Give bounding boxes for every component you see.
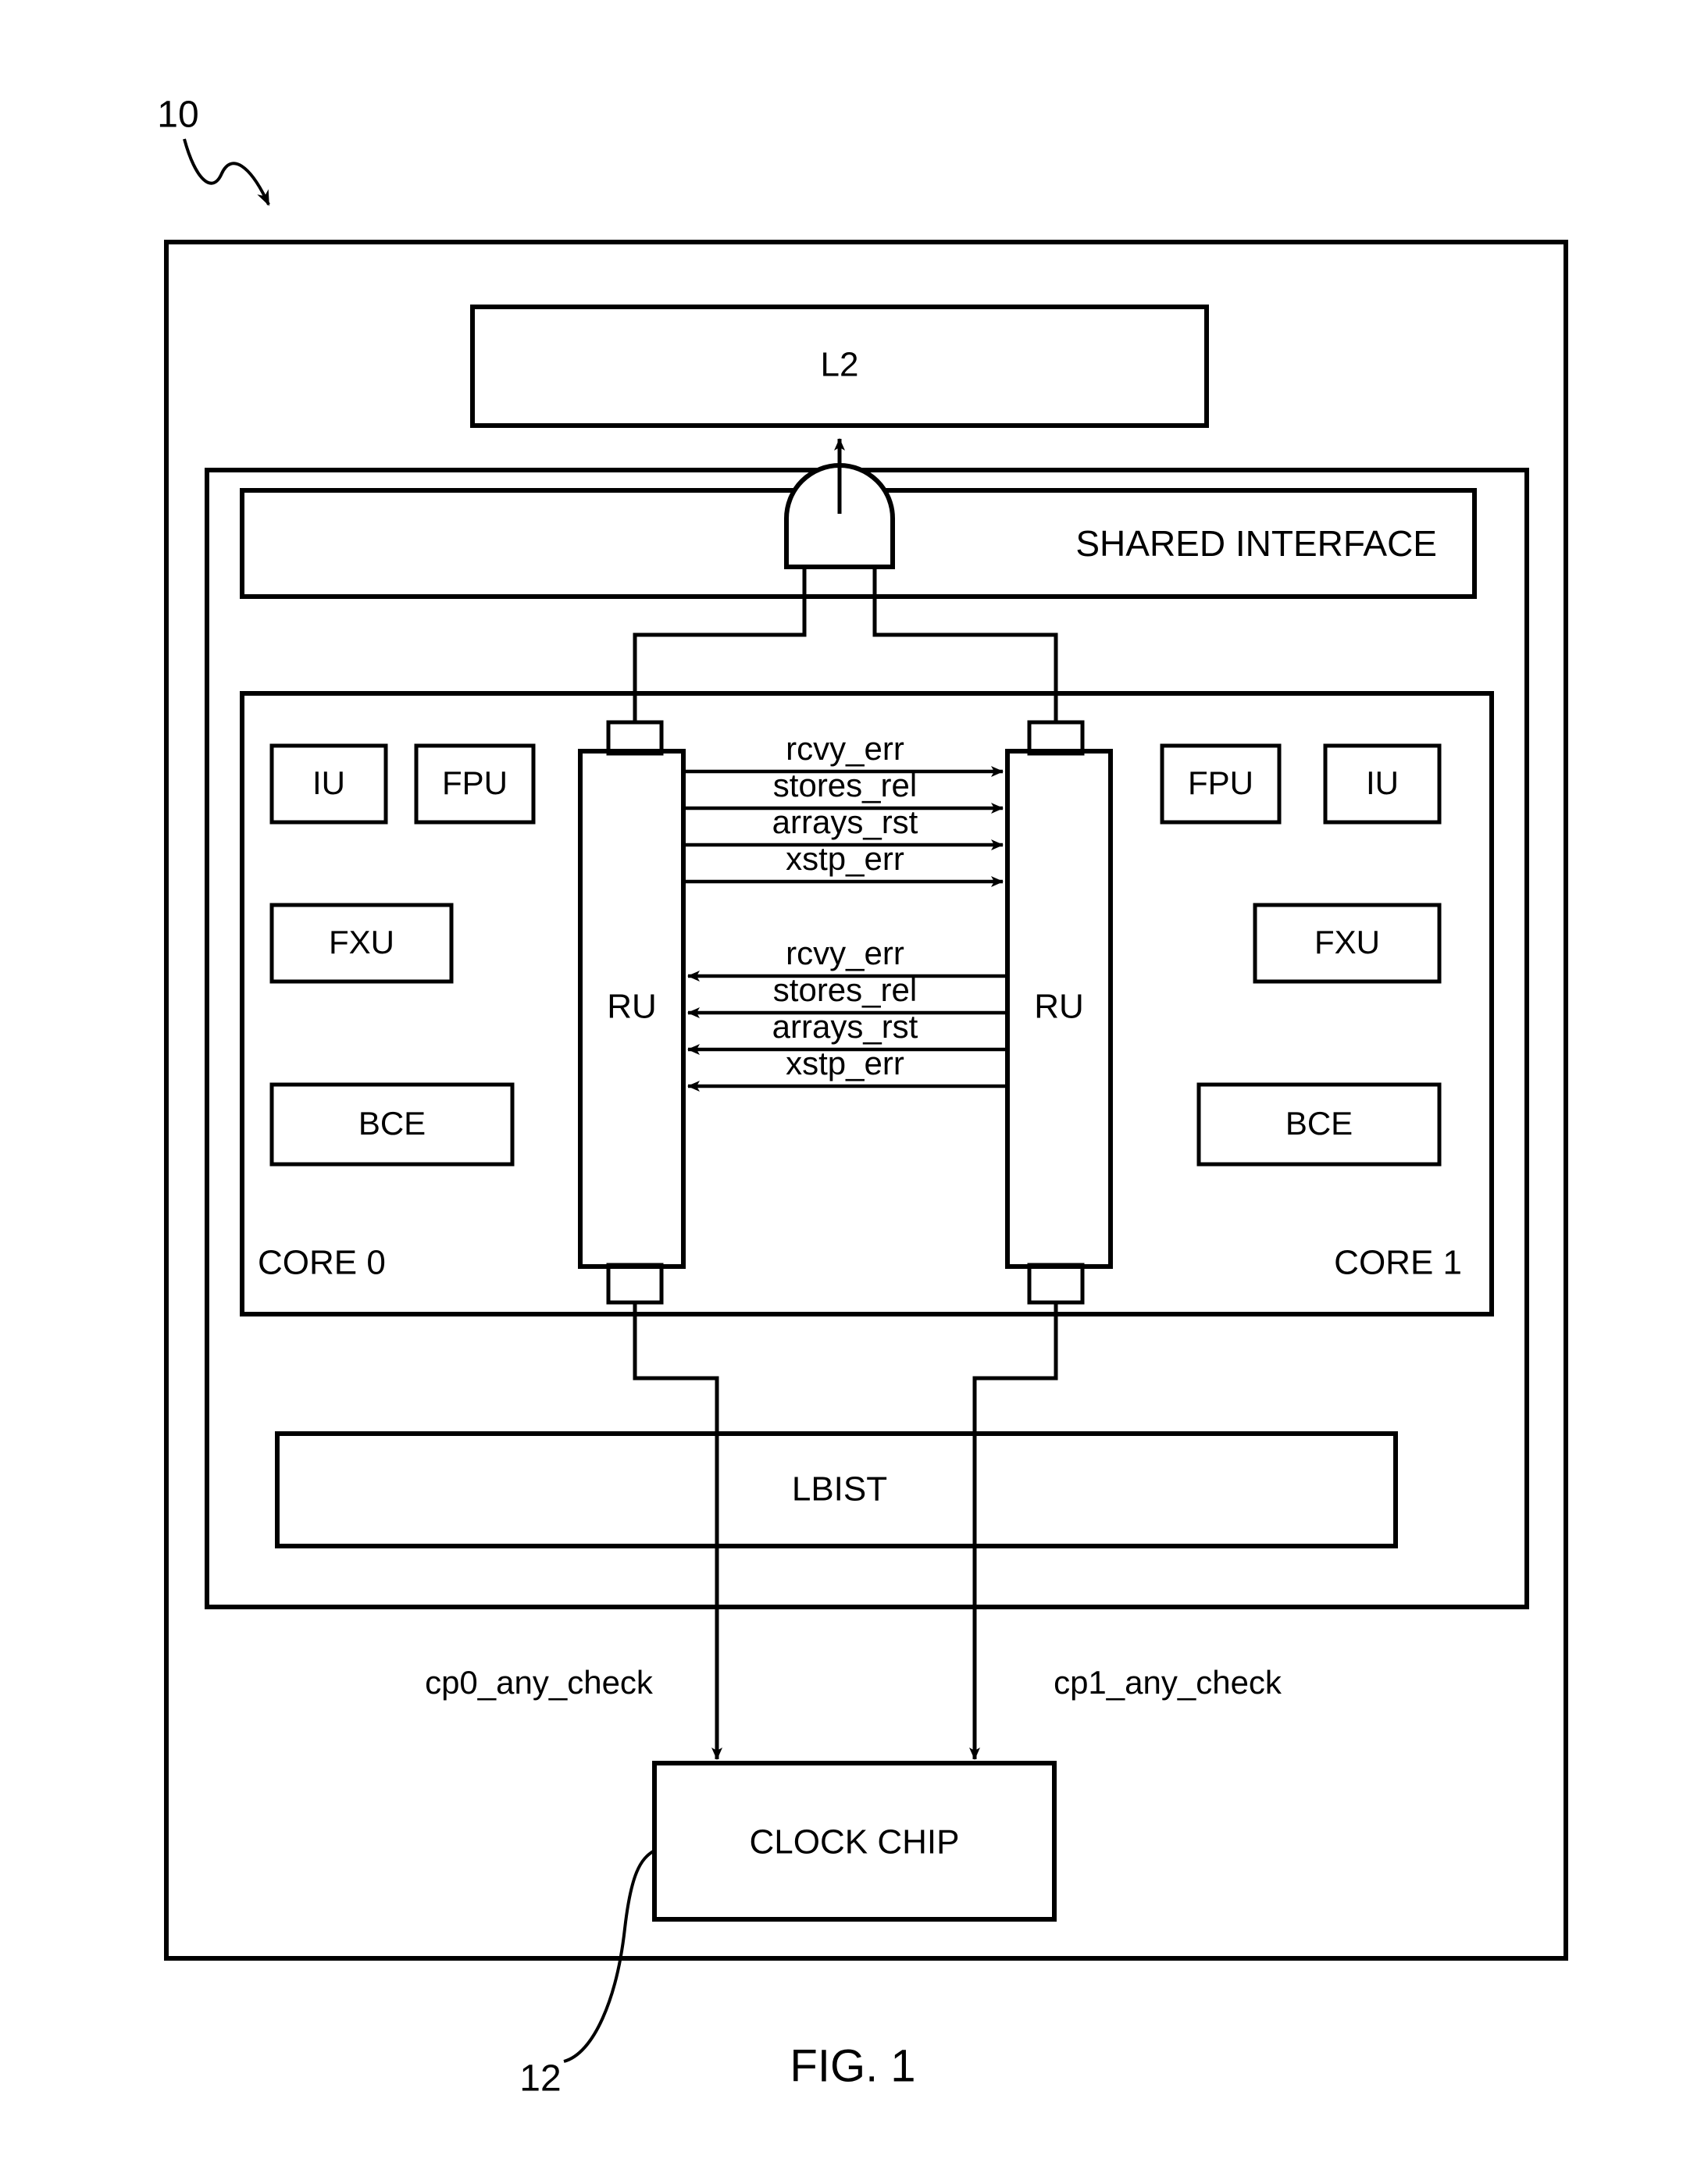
- reference-lead-10: [183, 138, 270, 206]
- signal-l2r-1-label: stores_rel: [773, 767, 917, 803]
- and-gate-input-wire-core0: [633, 567, 807, 722]
- signal-l2r-0-label: rcvy_err: [786, 730, 904, 767]
- shared-interface-label: SHARED INTERFACE: [1075, 523, 1437, 564]
- reference-numeral-10: 10: [157, 94, 198, 136]
- signal-r2l-2-label: arrays_rst: [772, 1008, 918, 1045]
- signal-l2r-3-label: xstp_err: [786, 840, 904, 877]
- signal-r2l-0-label: rcvy_err: [786, 935, 904, 971]
- core0-unit-fxu-label: FXU: [329, 924, 394, 960]
- signal-group-left-to-right: rcvy_err stores_rel arrays_rst xstp_err: [685, 730, 1004, 887]
- patent-figure-1: 10 L2 SHARED INTERFACE IU FPU FXU BCE CO…: [0, 0, 1683, 2184]
- core1-unit-fxu-label: FXU: [1314, 924, 1380, 960]
- figure-caption: FIG. 1: [790, 2040, 915, 2091]
- ru-right-bottom-tab: [1027, 1263, 1085, 1305]
- signal-r2l-3-label: xstp_err: [786, 1045, 904, 1081]
- cp0-any-check-label: cp0_any_check: [425, 1664, 654, 1701]
- core1-unit-iu-label: IU: [1366, 764, 1399, 801]
- ru-left-bottom-tab: [606, 1263, 664, 1305]
- core0-unit-bce-label: BCE: [358, 1105, 426, 1142]
- l2-block-label: L2: [821, 346, 859, 384]
- reference-numeral-12: 12: [519, 2058, 561, 2100]
- cp1-any-check-label: cp1_any_check: [1054, 1664, 1282, 1701]
- ru-right-label: RU: [1034, 988, 1084, 1026]
- clock-chip-label: CLOCK CHIP: [750, 1823, 960, 1862]
- core0-label: CORE 0: [258, 1244, 386, 1282]
- core0-unit-fpu-label: FPU: [442, 764, 508, 801]
- core1-label: CORE 1: [1334, 1244, 1462, 1282]
- ru-left-label: RU: [607, 988, 657, 1026]
- signal-l2r-2-label: arrays_rst: [772, 803, 918, 840]
- signal-group-right-to-left: rcvy_err stores_rel arrays_rst xstp_err: [687, 935, 1006, 1092]
- lbist-block-label: LBIST: [792, 1470, 887, 1509]
- core1-unit-bce-label: BCE: [1285, 1105, 1353, 1142]
- cp1-any-check-wire: [969, 1302, 1058, 1760]
- signal-r2l-1-label: stores_rel: [773, 971, 917, 1008]
- core1-unit-fpu-label: FPU: [1188, 764, 1253, 801]
- core0-unit-iu-label: IU: [312, 764, 345, 801]
- figure-canvas: 10 L2 SHARED INTERFACE IU FPU FXU BCE CO…: [157, 94, 1568, 2100]
- and-gate-input-wire-core1: [872, 567, 1058, 722]
